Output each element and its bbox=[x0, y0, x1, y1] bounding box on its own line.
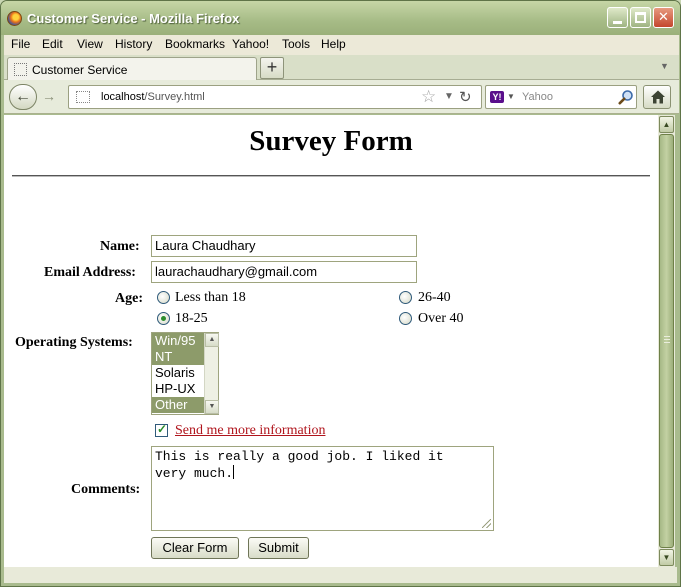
age-radio-18-25[interactable] bbox=[157, 312, 170, 325]
scrollbar-grip bbox=[664, 336, 670, 343]
title-bar: Customer Service - Mozilla Firefox ✕ bbox=[1, 1, 680, 35]
page-scrollbar[interactable]: ▲ ▼ bbox=[658, 115, 675, 567]
submit-button[interactable]: Submit bbox=[248, 537, 309, 559]
comments-textarea[interactable]: This is really a good job. I liked it ve… bbox=[151, 446, 494, 531]
url-path: /Survey.html bbox=[144, 91, 205, 103]
os-option-other[interactable]: Other bbox=[152, 397, 204, 413]
menu-file[interactable]: File bbox=[11, 37, 30, 51]
age-option-label: 26-40 bbox=[418, 290, 451, 305]
menu-help[interactable]: Help bbox=[321, 37, 346, 51]
page-content: Survey Form Name: Laura Chaudhary Email … bbox=[4, 115, 658, 581]
window-resize-grip[interactable] bbox=[661, 567, 677, 583]
os-option-solaris[interactable]: Solaris bbox=[152, 365, 204, 381]
firefox-icon bbox=[7, 11, 22, 26]
url-text[interactable]: localhost/Survey.html bbox=[101, 91, 205, 103]
os-listbox[interactable]: Win/95 NT Solaris HP-UX Other ▲ ▼ bbox=[151, 332, 219, 415]
scroll-down-icon[interactable]: ▼ bbox=[205, 400, 219, 414]
url-bar[interactable]: localhost/Survey.html ☆ ▼ ↻ bbox=[68, 85, 482, 109]
menu-history[interactable]: History bbox=[115, 37, 152, 51]
age-option-label: Less than 18 bbox=[175, 290, 246, 305]
scrollbar-thumb[interactable] bbox=[659, 134, 674, 548]
resize-grip-icon[interactable] bbox=[482, 519, 491, 528]
title-divider bbox=[12, 175, 650, 177]
os-listbox-scrollbar[interactable]: ▲ ▼ bbox=[204, 333, 219, 414]
age-radio-over-40[interactable] bbox=[399, 312, 412, 325]
age-radio-26-40[interactable] bbox=[399, 291, 412, 304]
more-info-checkbox[interactable] bbox=[155, 422, 168, 437]
menu-yahoo[interactable]: Yahoo! bbox=[232, 37, 269, 51]
url-host: localhost bbox=[101, 91, 145, 103]
menu-view[interactable]: View bbox=[77, 37, 103, 51]
clear-form-button[interactable]: Clear Form bbox=[151, 537, 239, 559]
back-forward-group: ← → bbox=[9, 84, 61, 110]
magnifier-icon[interactable] bbox=[618, 89, 634, 105]
comments-text: This is really a good job. I liked it ve… bbox=[155, 449, 444, 481]
scroll-up-icon[interactable]: ▲ bbox=[205, 333, 219, 347]
tab-customer-service[interactable]: Customer Service bbox=[7, 57, 257, 81]
minimize-icon bbox=[613, 21, 622, 24]
maximize-button[interactable] bbox=[630, 7, 651, 28]
scroll-down-icon[interactable]: ▼ bbox=[659, 549, 674, 566]
site-identity-icon[interactable] bbox=[76, 91, 90, 103]
page-favicon-icon bbox=[14, 63, 27, 76]
more-info-label[interactable]: Send me more information bbox=[175, 423, 325, 439]
os-option-hp-ux[interactable]: HP-UX bbox=[152, 381, 204, 397]
browser-window: Customer Service - Mozilla Firefox ✕ Fil… bbox=[0, 0, 681, 587]
maximize-icon bbox=[635, 12, 646, 23]
minimize-button[interactable] bbox=[607, 7, 628, 28]
close-button[interactable]: ✕ bbox=[653, 7, 674, 28]
new-tab-button[interactable]: + bbox=[260, 57, 284, 79]
status-bar bbox=[4, 567, 661, 583]
os-label: Operating Systems: bbox=[15, 335, 133, 350]
navigation-toolbar: ← → localhost/Survey.html ☆ ▼ ↻ Y! ▼ Yah… bbox=[4, 80, 679, 114]
forward-arrow-icon: → bbox=[42, 88, 56, 104]
menu-bookmarks[interactable]: Bookmarks bbox=[165, 37, 225, 51]
tab-list-icon[interactable]: ▼ bbox=[660, 61, 669, 71]
tab-bar: Customer Service + ▼ bbox=[4, 55, 679, 81]
tab-label: Customer Service bbox=[32, 63, 128, 77]
age-radio-less-than-18[interactable] bbox=[157, 291, 170, 304]
os-option-win95[interactable]: Win/95 bbox=[152, 333, 204, 349]
window-title: Customer Service - Mozilla Firefox bbox=[27, 11, 240, 26]
search-engine-dropdown-icon[interactable]: ▼ bbox=[507, 92, 515, 101]
close-icon: ✕ bbox=[658, 9, 669, 24]
forward-button[interactable]: → bbox=[38, 88, 60, 106]
text-caret bbox=[233, 465, 235, 479]
email-input[interactable]: laurachaudhary@gmail.com bbox=[151, 261, 417, 283]
home-button[interactable] bbox=[643, 85, 671, 109]
back-button[interactable]: ← bbox=[9, 84, 37, 110]
page-title: Survey Form bbox=[249, 125, 413, 157]
name-label: Name: bbox=[100, 239, 140, 254]
os-option-nt[interactable]: NT bbox=[152, 349, 204, 365]
star-icon[interactable]: ☆ bbox=[421, 87, 436, 107]
yahoo-logo-icon[interactable]: Y! bbox=[490, 91, 504, 103]
scroll-up-icon[interactable]: ▲ bbox=[659, 116, 674, 133]
search-bar[interactable]: Y! ▼ Yahoo bbox=[485, 85, 637, 109]
comments-label: Comments: bbox=[71, 482, 141, 497]
home-icon bbox=[651, 90, 665, 104]
menu-edit[interactable]: Edit bbox=[42, 37, 63, 51]
menu-tools[interactable]: Tools bbox=[282, 37, 310, 51]
name-input[interactable]: Laura Chaudhary bbox=[151, 235, 417, 257]
menu-bar: File Edit View History Bookmarks Yahoo! … bbox=[4, 35, 679, 55]
search-input[interactable]: Yahoo bbox=[522, 91, 553, 103]
age-option-label: 18-25 bbox=[175, 311, 208, 326]
back-arrow-icon: ← bbox=[15, 88, 31, 105]
age-label: Age: bbox=[115, 291, 143, 306]
url-history-dropdown-icon[interactable]: ▼ bbox=[444, 91, 454, 102]
reload-icon[interactable]: ↻ bbox=[459, 88, 472, 106]
age-option-label: Over 40 bbox=[418, 311, 464, 326]
email-label: Email Address: bbox=[44, 265, 136, 280]
